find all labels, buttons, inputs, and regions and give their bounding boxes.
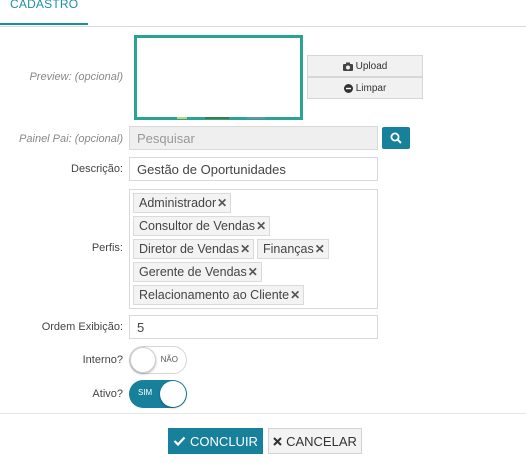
upload-button[interactable]: Upload [307, 55, 423, 77]
profiles-label: Perfis: [91, 242, 123, 254]
active-tab-indicator [0, 23, 88, 25]
parent-panel-search-input[interactable]: Pesquisar [129, 126, 378, 150]
internal-toggle-state: NÃO [160, 355, 178, 364]
profile-tag: Gerente de Vendas ✕ [133, 262, 262, 282]
clear-button[interactable]: Limpar [307, 77, 423, 99]
cancel-button[interactable]: CANCELAR [268, 428, 362, 454]
profile-tag: Consultor de Vendas ✕ [133, 216, 271, 236]
profile-tag-label: Diretor de Vendas [139, 242, 240, 256]
cancel-label: CANCELAR [286, 433, 357, 449]
internal-label: Interno? [82, 354, 123, 366]
parent-panel-label: Painel Pai: (opcional) [19, 133, 123, 145]
remove-tag-icon[interactable]: ✕ [248, 265, 258, 279]
profile-tag: Finanças ✕ [257, 239, 329, 259]
active-label: Ativo? [92, 388, 123, 400]
remove-tag-icon[interactable]: ✕ [217, 196, 227, 210]
display-order-input[interactable]: 5 [129, 315, 378, 339]
camera-icon [342, 62, 353, 71]
profile-tag-label: Finanças [263, 242, 314, 256]
remove-tag-icon[interactable]: ✕ [290, 288, 300, 302]
close-icon [273, 436, 282, 446]
clear-label: Limpar [355, 82, 387, 94]
profile-tag-label: Administrador [139, 196, 217, 210]
toggle-knob [160, 381, 186, 407]
remove-tag-icon[interactable]: ✕ [240, 242, 250, 256]
profile-tag: Relacionamento ao Cliente ✕ [133, 285, 305, 305]
remove-tag-icon[interactable]: ✕ [315, 242, 325, 256]
search-icon [390, 132, 402, 144]
toggle-knob [130, 347, 156, 373]
active-toggle[interactable]: SIM [129, 380, 187, 408]
preview-image [134, 35, 303, 120]
confirm-button[interactable]: CONCLUIR [168, 428, 263, 454]
preview-label: Preview: (opcional) [29, 71, 123, 83]
remove-tag-icon[interactable]: ✕ [256, 219, 266, 233]
profile-tag: Administrador ✕ [133, 193, 232, 213]
internal-toggle[interactable]: NÃO [129, 346, 187, 374]
tab-bar: CADASTRO [0, 0, 526, 27]
confirm-label: CONCLUIR [190, 433, 258, 449]
minus-circle-icon [343, 83, 353, 93]
active-toggle-state: SIM [138, 388, 153, 397]
search-button[interactable] [382, 127, 410, 149]
preview-image-fragment [177, 116, 267, 119]
tab-cadastro[interactable]: CADASTRO [10, 0, 78, 11]
description-label: Descrição: [71, 163, 123, 175]
profile-tag-label: Gerente de Vendas [139, 265, 247, 279]
profiles-multiselect[interactable]: Administrador ✕ Consultor de Vendas ✕ Dire… [129, 189, 378, 309]
profile-tag-label: Consultor de Vendas [139, 219, 256, 233]
footer-divider [0, 413, 526, 414]
profile-tag: Diretor de Vendas ✕ [133, 239, 255, 259]
display-order-label: Ordem Exibição: [41, 321, 123, 333]
description-input[interactable]: Gestão de Oportunidades [129, 157, 378, 181]
upload-label: Upload [355, 60, 388, 72]
check-icon [173, 436, 186, 446]
profile-tag-label: Relacionamento ao Cliente [139, 288, 290, 302]
